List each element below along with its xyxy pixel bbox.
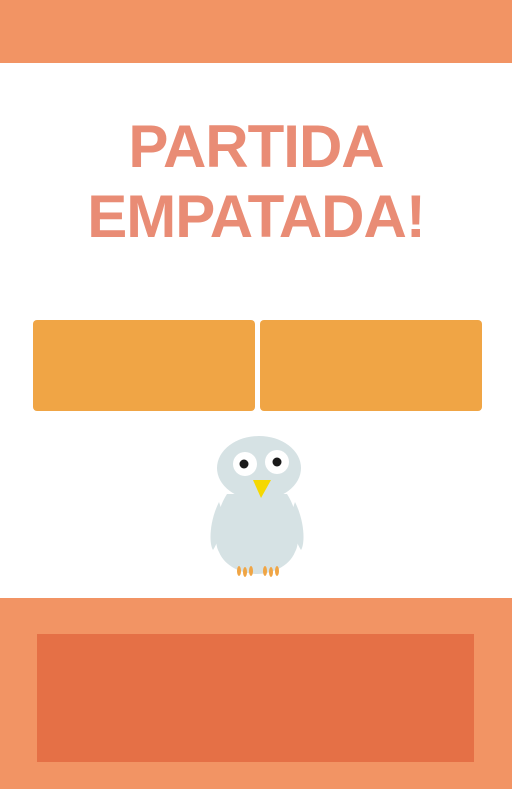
bottom-action-button[interactable] — [37, 634, 474, 762]
owl-right-pupil — [272, 457, 282, 467]
owl-left-pupil — [239, 459, 249, 469]
owl-icon — [210, 436, 304, 577]
choice-button-left[interactable] — [33, 320, 255, 411]
owl-body — [215, 494, 299, 574]
result-title-line-2: EMPATADA! — [87, 183, 426, 250]
result-title: PARTIDA EMPATADA! — [0, 112, 512, 252]
game-screen: PARTIDA EMPATADA! — [0, 0, 512, 789]
choice-button-right[interactable] — [260, 320, 482, 411]
top-bar — [0, 0, 512, 63]
bottom-panel — [0, 598, 512, 789]
result-title-line-1: PARTIDA — [128, 113, 384, 180]
